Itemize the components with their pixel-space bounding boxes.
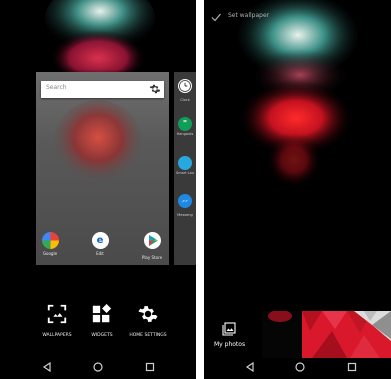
widgets-icon <box>92 303 112 323</box>
widgets-option[interactable]: WIDGETS <box>80 303 124 338</box>
checkmark-icon <box>211 13 221 22</box>
wallpapers-icon <box>47 304 67 324</box>
left-screen: Search Google e Edit Play Store Clock " … <box>0 0 196 379</box>
side-app-smart-launcher[interactable]: Smart Lau <box>174 156 196 175</box>
play-store-icon <box>143 232 161 249</box>
edit-app-icon: e <box>91 232 109 249</box>
navigation-bar-right <box>204 355 391 379</box>
gear-icon[interactable] <box>149 83 161 95</box>
smart-launcher-icon <box>178 156 192 170</box>
recents-icon[interactable] <box>144 361 156 373</box>
recents-icon[interactable] <box>346 361 358 373</box>
home-screen-preview-card[interactable]: Search Google e Edit Play Store <box>36 72 169 265</box>
home-icon[interactable] <box>294 361 306 373</box>
hangouts-icon: " <box>178 117 192 131</box>
photo-gallery-icon <box>222 322 236 336</box>
search-bar[interactable]: Search <box>41 81 164 98</box>
google-photos-icon <box>41 232 59 249</box>
navigation-bar <box>0 355 196 379</box>
app-edit[interactable]: e Edit <box>87 232 113 256</box>
messenger-icon <box>178 194 192 208</box>
right-screen: Set wallpaper My photos <box>204 0 391 379</box>
home-icon[interactable] <box>92 361 104 373</box>
app-play-store[interactable]: Play Store <box>139 232 165 260</box>
app-google[interactable]: Google <box>37 232 63 256</box>
home-settings-option[interactable]: HOME SETTINGS <box>125 303 171 338</box>
search-placeholder: Search <box>46 84 67 91</box>
clock-icon <box>178 79 192 93</box>
wallpaper-thumbnails: My photos <box>204 311 391 358</box>
wallpapers-option[interactable]: WALLPAPERS <box>35 303 79 338</box>
side-app-messenger[interactable]: Messeng <box>174 193 196 217</box>
back-icon[interactable] <box>41 361 53 373</box>
back-icon[interactable] <box>244 361 256 373</box>
wallpaper-thumbnail-red-geometric[interactable] <box>302 311 391 358</box>
gear-icon <box>138 306 158 322</box>
side-app-clock[interactable]: Clock <box>174 78 196 102</box>
side-card-preview[interactable]: Clock " Hangouts Smart Lau Messeng <box>174 72 196 265</box>
side-app-hangouts[interactable]: " Hangouts <box>174 117 196 136</box>
my-photos-tile[interactable]: My photos <box>204 311 262 358</box>
wallpaper-thumbnail-dark[interactable] <box>262 311 302 358</box>
